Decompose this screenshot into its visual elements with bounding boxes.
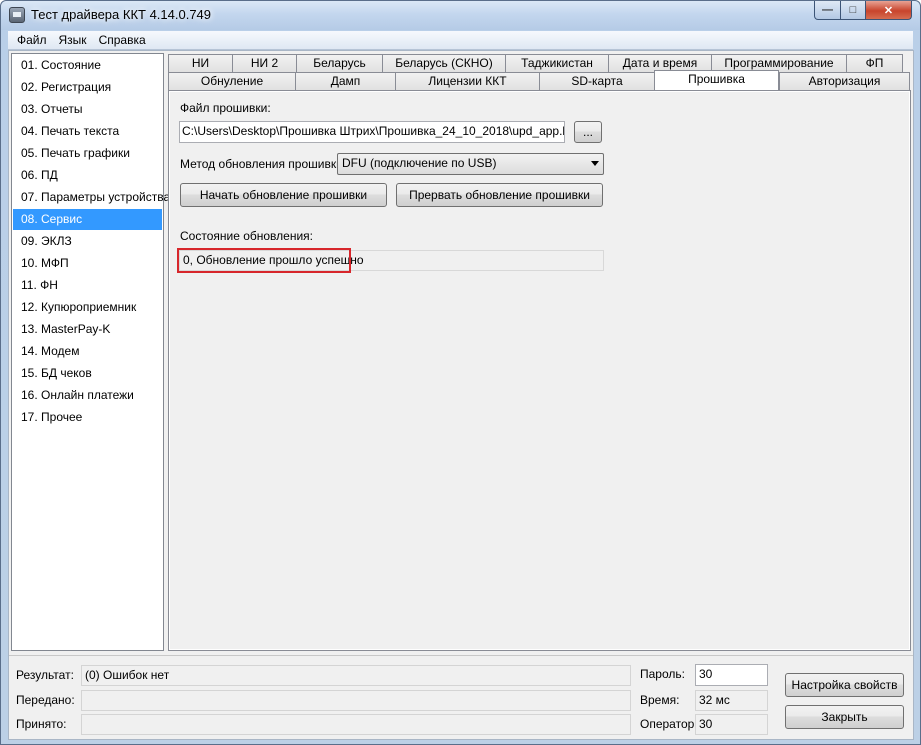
- operator-field: 30: [695, 714, 768, 735]
- received-field: [81, 714, 631, 735]
- nav-item-print-text[interactable]: 04. Печать текста: [13, 121, 162, 142]
- browse-file-button[interactable]: ...: [574, 121, 602, 143]
- tab-belarus[interactable]: Беларусь: [296, 54, 382, 72]
- firmware-tab-panel: Файл прошивки: C:\Users\Desktop\Прошивка…: [168, 90, 911, 651]
- update-method-label: Метод обновления прошивки:: [180, 157, 347, 171]
- update-method-select[interactable]: DFU (подключение по USB): [337, 153, 604, 175]
- minimize-button[interactable]: —: [814, 1, 841, 20]
- settings-button[interactable]: Настройка свойств: [785, 673, 904, 697]
- nav-item-status[interactable]: 01. Состояние: [13, 55, 162, 76]
- tab-firmware[interactable]: Прошивка: [654, 70, 779, 90]
- chevron-down-icon: [591, 161, 599, 166]
- nav-item-pd[interactable]: 06. ПД: [13, 165, 162, 186]
- nav-item-registration[interactable]: 02. Регистрация: [13, 77, 162, 98]
- printer-app-icon: [9, 7, 25, 23]
- nav-item-modem[interactable]: 14. Модем: [13, 341, 162, 362]
- status-highlight-box: [177, 248, 351, 273]
- nav-item-online-payments[interactable]: 16. Онлайн платежи: [13, 385, 162, 406]
- sent-field: [81, 690, 631, 711]
- menu-bar: Файл Язык Справка: [8, 31, 913, 50]
- abort-update-button[interactable]: Прервать обновление прошивки: [396, 183, 603, 207]
- menu-file[interactable]: Файл: [11, 33, 53, 47]
- menu-language[interactable]: Язык: [53, 33, 93, 47]
- result-field: (0) Ошибок нет: [81, 665, 631, 686]
- nav-item-masterpay[interactable]: 13. MasterPay-K: [13, 319, 162, 340]
- tab-dump[interactable]: Дамп: [295, 72, 395, 90]
- tab-ni[interactable]: НИ: [168, 54, 232, 72]
- nav-item-eklz[interactable]: 09. ЭКЛЗ: [13, 231, 162, 252]
- tab-ni-2[interactable]: НИ 2: [232, 54, 296, 72]
- operator-label: Оператор:: [640, 717, 698, 731]
- tab-kkt-licenses[interactable]: Лицензии ККТ: [395, 72, 539, 90]
- maximize-button[interactable]: □: [840, 1, 866, 20]
- close-button[interactable]: Закрыть: [785, 705, 904, 729]
- result-label: Результат:: [16, 668, 74, 682]
- firmware-file-path-input[interactable]: C:\Users\Desktop\Прошивка Штрих\Прошивка…: [179, 121, 565, 143]
- password-input[interactable]: 30: [695, 664, 768, 686]
- tab-tajikistan[interactable]: Таджикистан: [505, 54, 608, 72]
- start-update-button[interactable]: Начать обновление прошивки: [180, 183, 387, 207]
- nav-item-receipts-db[interactable]: 15. БД чеков: [13, 363, 162, 384]
- menu-help[interactable]: Справка: [93, 33, 152, 47]
- tab-sd-card[interactable]: SD-карта: [539, 72, 654, 90]
- update-status-label: Состояние обновления:: [180, 229, 313, 243]
- close-window-button[interactable]: ✕: [865, 1, 912, 20]
- client-area: 01. Состояние 02. Регистрация 03. Отчеты…: [8, 50, 914, 740]
- tab-reset[interactable]: Обнуление: [168, 72, 295, 90]
- title-bar[interactable]: Тест драйвера ККТ 4.14.0.749 — □ ✕: [1, 1, 920, 30]
- bottom-status-area: Результат: (0) Ошибок нет Передано: Прин…: [9, 655, 913, 739]
- time-label: Время:: [640, 693, 680, 707]
- tab-row-2: Обнуление Дамп Лицензии ККТ SD-карта Про…: [168, 70, 910, 90]
- nav-item-mfp[interactable]: 10. МФП: [13, 253, 162, 274]
- nav-item-reports[interactable]: 03. Отчеты: [13, 99, 162, 120]
- tab-row-1: НИ НИ 2 Беларусь Беларусь (СКНО) Таджики…: [168, 54, 903, 72]
- time-field: 32 мс: [695, 690, 768, 711]
- password-label: Пароль:: [640, 667, 685, 681]
- section-list: 01. Состояние 02. Регистрация 03. Отчеты…: [11, 53, 170, 651]
- nav-item-device-params[interactable]: 07. Параметры устройства: [13, 187, 170, 208]
- received-label: Принято:: [16, 717, 67, 731]
- nav-item-fn[interactable]: 11. ФН: [13, 275, 162, 296]
- firmware-panel-body: Файл прошивки: C:\Users\Desktop\Прошивка…: [170, 92, 909, 649]
- nav-item-bill-acceptor[interactable]: 12. Купюроприемник: [13, 297, 162, 318]
- update-method-value: DFU (подключение по USB): [342, 156, 497, 170]
- firmware-file-label: Файл прошивки:: [180, 101, 271, 115]
- main-window: Тест драйвера ККТ 4.14.0.749 — □ ✕ Файл …: [0, 0, 921, 745]
- sent-label: Передано:: [16, 693, 75, 707]
- tab-fp[interactable]: ФП: [846, 54, 903, 72]
- tab-belarus-skno[interactable]: Беларусь (СКНО): [382, 54, 505, 72]
- tab-authorization[interactable]: Авторизация: [779, 72, 910, 90]
- window-title: Тест драйвера ККТ 4.14.0.749: [31, 7, 212, 22]
- nav-item-service[interactable]: 08. Сервис: [13, 209, 162, 230]
- nav-item-other[interactable]: 17. Прочее: [13, 407, 162, 428]
- nav-item-print-graphics[interactable]: 05. Печать графики: [13, 143, 162, 164]
